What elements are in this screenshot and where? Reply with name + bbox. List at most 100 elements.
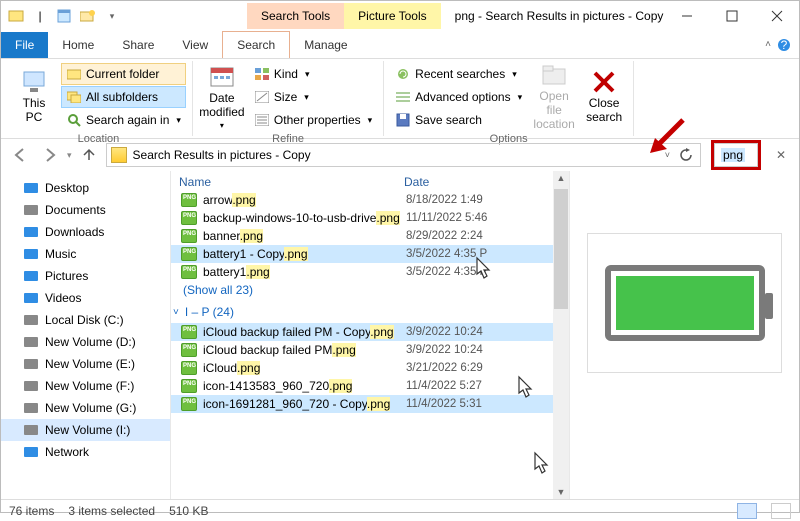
png-file-icon — [181, 265, 197, 279]
minimize-button[interactable] — [664, 1, 709, 31]
group-header[interactable]: ˅I – P (24) — [171, 301, 569, 323]
search-again-in-button[interactable]: Search again in▾ — [61, 109, 186, 131]
advanced-options-button[interactable]: Advanced options▾ — [390, 86, 527, 108]
qat-newfolder-icon[interactable] — [79, 7, 97, 25]
back-button[interactable] — [7, 142, 33, 168]
close-button[interactable] — [754, 1, 799, 31]
scrollbar[interactable]: ▲ ▼ — [553, 171, 569, 499]
file-row[interactable]: battery1.png3/5/2022 4:35 P — [171, 263, 569, 281]
address-bar[interactable]: Search Results in pictures - Copy ˅ — [106, 143, 701, 167]
file-row[interactable]: arrow.png8/18/2022 1:49 — [171, 191, 569, 209]
refresh-button[interactable] — [676, 145, 696, 165]
ribbon-collapse-icon[interactable]: ˄ — [765, 39, 771, 50]
details-view-button[interactable] — [737, 503, 757, 519]
history-dropdown-icon[interactable]: ▾ — [67, 150, 72, 161]
file-name: backup-windows-10-to-usb-drive.png — [203, 211, 400, 225]
drive-icon — [23, 400, 39, 416]
recent-searches-button[interactable]: Recent searches▾ — [390, 63, 527, 85]
sidebar-item-label: Pictures — [45, 269, 88, 283]
date-modified-button[interactable]: Date modified▾ — [199, 65, 245, 130]
forward-button[interactable] — [37, 142, 63, 168]
sidebar-item[interactable]: New Volume (I:) — [1, 419, 170, 441]
video-icon — [23, 290, 39, 306]
sidebar-item[interactable]: New Volume (F:) — [1, 375, 170, 397]
file-row[interactable]: iCloud backup failed PM - Copy.png3/9/20… — [171, 323, 569, 341]
sidebar-item-label: New Volume (I:) — [45, 423, 130, 437]
folder-icon — [66, 66, 82, 82]
png-file-icon — [181, 247, 197, 261]
sidebar-item[interactable]: Pictures — [1, 265, 170, 287]
doc-icon — [23, 202, 39, 218]
search-icon — [66, 112, 82, 128]
help-icon[interactable]: ? — [777, 38, 791, 52]
all-subfolders-button[interactable]: All subfolders — [61, 86, 186, 108]
sidebar-item[interactable]: Music — [1, 243, 170, 265]
up-button[interactable] — [76, 142, 102, 168]
tab-search[interactable]: Search — [222, 31, 290, 58]
file-row[interactable]: banner.png8/29/2022 2:24 — [171, 227, 569, 245]
navigation-pane[interactable]: DesktopDocumentsDownloadsMusic Pictures Vi… — [1, 171, 171, 499]
qat-dropdown-icon[interactable]: ▾ — [103, 7, 121, 25]
sidebar-item[interactable]: New Volume (D:) — [1, 331, 170, 353]
column-headers[interactable]: Name Date — [171, 171, 569, 191]
file-date: 3/9/2022 10:24 — [406, 344, 483, 356]
size-button[interactable]: Size▾ — [249, 86, 377, 108]
show-all-link[interactable]: (Show all 23) — [171, 281, 569, 301]
sidebar-item[interactable]: Local Disk (C:) — [1, 309, 170, 331]
scrollbar-thumb[interactable] — [554, 189, 568, 309]
tab-view[interactable]: View — [168, 32, 222, 58]
png-file-icon — [181, 193, 197, 207]
context-tab-picture-tools: Picture Tools — [344, 3, 440, 29]
close-search-button[interactable]: Close search — [581, 70, 627, 124]
sidebar-item[interactable]: Videos — [1, 287, 170, 309]
tab-manage[interactable]: Manage — [290, 32, 361, 58]
address-dropdown-icon[interactable]: ˅ — [665, 150, 670, 160]
file-row[interactable]: icon-1413583_960_720.png11/4/2022 5:27 — [171, 377, 569, 395]
drive-icon — [23, 334, 39, 350]
status-bar: 76 items 3 items selected 510 KB — [1, 499, 799, 521]
cursor-icon — [529, 451, 551, 477]
app-icon — [7, 7, 25, 25]
group-location: This PC Current folder All subfolders Se… — [5, 61, 193, 136]
kind-button[interactable]: Kind▾ — [249, 63, 377, 85]
file-list[interactable]: Name Date arrow.png8/18/2022 1:49backup-… — [171, 171, 569, 499]
navigation-bar: ▾ Search Results in pictures - Copy ˅ pn… — [1, 139, 799, 171]
clear-search-button[interactable]: ✕ — [769, 143, 793, 167]
qat-properties-icon[interactable] — [55, 7, 73, 25]
open-file-location-button[interactable]: Open file location — [531, 63, 577, 131]
column-name[interactable]: Name — [179, 175, 404, 189]
sidebar-item[interactable]: New Volume (G:) — [1, 397, 170, 419]
maximize-button[interactable] — [709, 1, 754, 31]
file-row[interactable]: iCloud backup failed PM.png 3/9/2022 10:2… — [171, 341, 569, 359]
recent-icon — [395, 66, 411, 82]
this-pc-button[interactable]: This PC — [11, 70, 57, 124]
sidebar-item[interactable]: New Volume (E:) — [1, 353, 170, 375]
file-date: 11/4/2022 5:27 — [406, 380, 482, 392]
status-item-count: 76 items — [9, 504, 54, 518]
search-input[interactable]: png — [714, 143, 758, 167]
tab-file[interactable]: File — [1, 32, 48, 58]
thumbnails-view-button[interactable] — [771, 503, 791, 519]
tab-home[interactable]: Home — [48, 32, 108, 58]
column-date[interactable]: Date — [404, 175, 429, 189]
file-name: iCloud backup failed PM.png — [203, 343, 356, 357]
file-row[interactable]: icon-1691281_960_720 - Copy.png11/4/2022… — [171, 395, 569, 413]
other-properties-button[interactable]: Other properties▾ — [249, 109, 377, 131]
save-search-button[interactable]: Save search — [390, 109, 527, 131]
file-date: 8/18/2022 1:49 — [406, 194, 483, 206]
address-icon — [111, 147, 127, 163]
sidebar-item[interactable]: Documents — [1, 199, 170, 221]
current-folder-button[interactable]: Current folder — [61, 63, 186, 85]
pic-icon — [23, 268, 39, 284]
status-selected: 3 items selected — [68, 504, 155, 518]
sidebar-item[interactable]: Network — [1, 441, 170, 463]
file-row[interactable]: battery1 - Copy.png3/5/2022 4:35 P — [171, 245, 569, 263]
sidebar-item[interactable]: Downloads — [1, 221, 170, 243]
file-row[interactable]: backup-windows-10-to-usb-drive.png11/11/… — [171, 209, 569, 227]
file-row[interactable]: iCloud.png3/21/2022 6:29 — [171, 359, 569, 377]
png-file-icon — [181, 343, 197, 357]
tab-share[interactable]: Share — [108, 32, 168, 58]
file-date: 8/29/2022 2:24 — [406, 230, 483, 242]
quick-access-toolbar: | ▾ — [1, 7, 127, 25]
sidebar-item[interactable]: Desktop — [1, 177, 170, 199]
